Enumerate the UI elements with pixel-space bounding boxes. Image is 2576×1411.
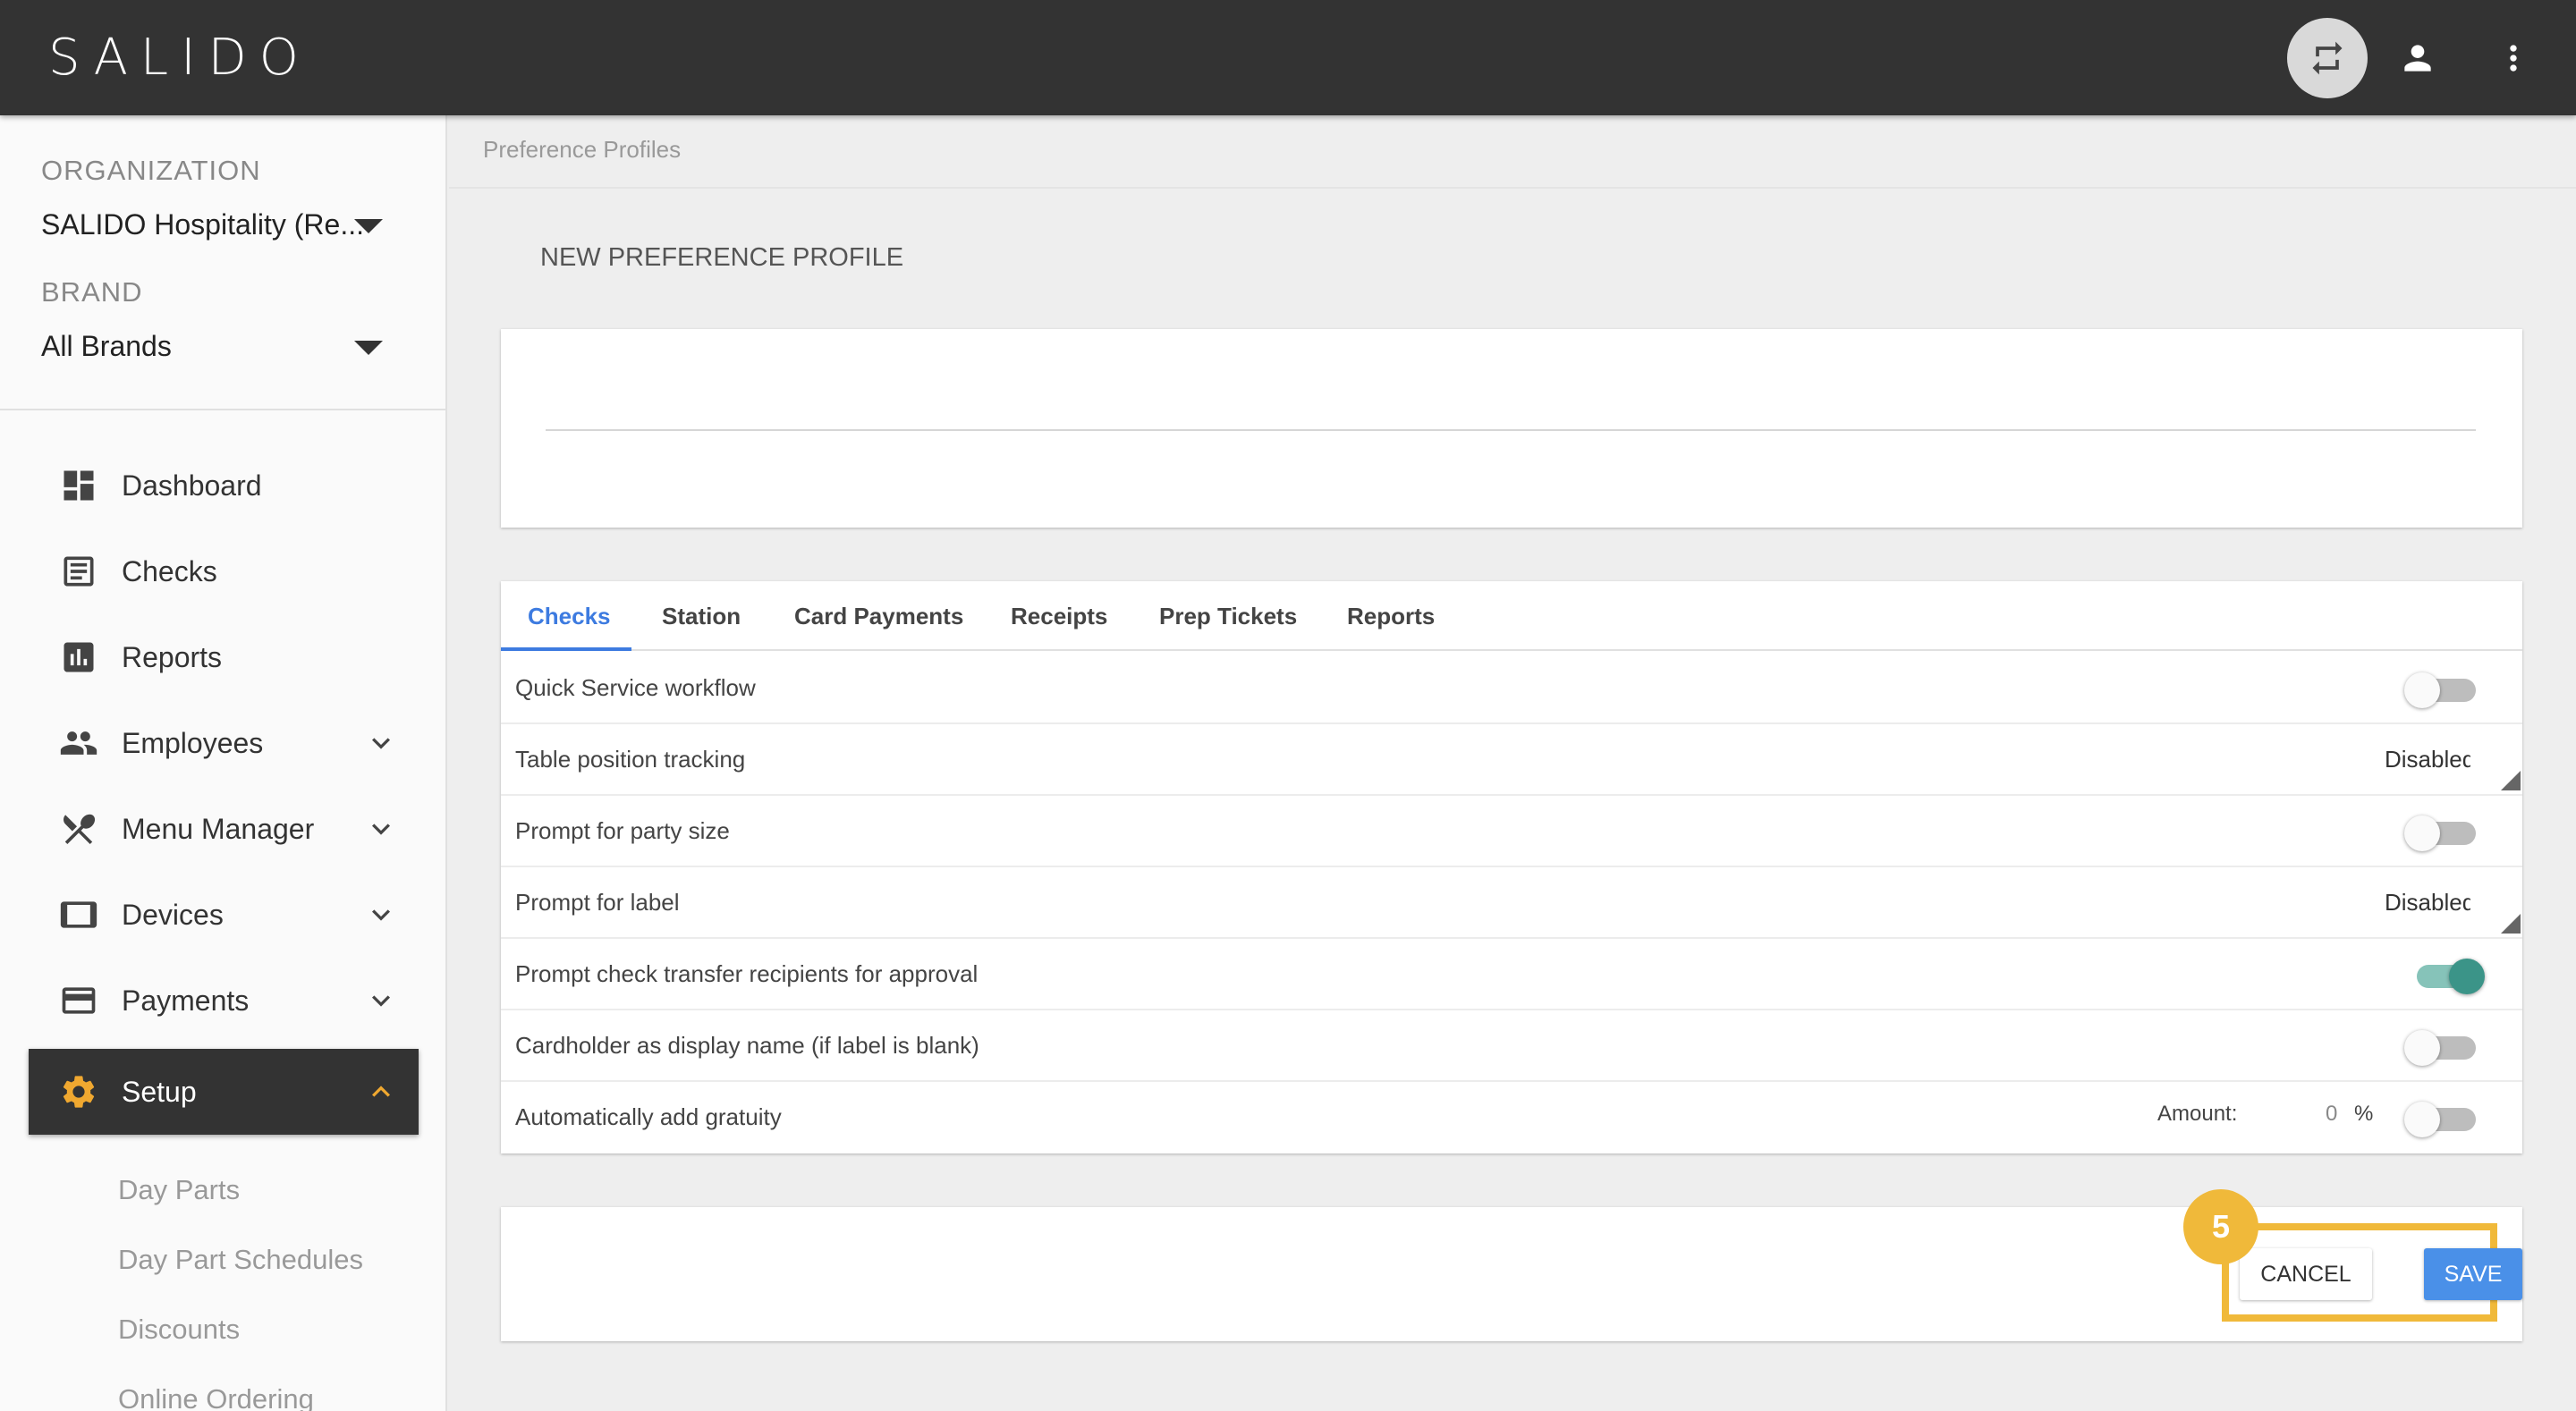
swap-arrows-icon bbox=[2312, 41, 2343, 75]
sidebar-item-employees[interactable]: Employees bbox=[29, 700, 419, 786]
tab-card-payments[interactable]: Card Payments bbox=[794, 581, 963, 651]
sidebar-item-label: Menu Manager bbox=[122, 812, 315, 845]
chevron-down-icon bbox=[372, 909, 390, 921]
sidebar-item-label: Payments bbox=[122, 984, 250, 1017]
breadcrumb[interactable]: Preference Profiles bbox=[483, 136, 681, 164]
party-size-toggle[interactable] bbox=[2404, 815, 2485, 851]
profile-name-input[interactable] bbox=[546, 429, 2476, 431]
setting-row: Prompt for party size bbox=[501, 796, 2522, 867]
sidebar-item-setup[interactable]: Setup bbox=[29, 1049, 419, 1135]
sidebar-item-checks[interactable]: Checks bbox=[29, 528, 419, 614]
sidebar-item-menu-manager[interactable]: Menu Manager bbox=[29, 786, 419, 872]
sidebar-item-reports[interactable]: Reports bbox=[29, 614, 419, 700]
chevron-down-icon bbox=[372, 738, 390, 749]
credit-card-icon bbox=[62, 987, 96, 1014]
tab-prep-tickets[interactable]: Prep Tickets bbox=[1159, 581, 1297, 651]
organization-dropdown-icon[interactable] bbox=[354, 219, 383, 233]
dashboard-icon bbox=[64, 470, 94, 501]
setting-row: Table position tracking Disabled bbox=[501, 724, 2522, 796]
gratuity-percent-unit: % bbox=[2354, 1102, 2374, 1126]
auto-gratuity-toggle[interactable] bbox=[2404, 1102, 2485, 1137]
setting-label: Cardholder as display name (if label is … bbox=[515, 1032, 979, 1059]
save-button[interactable]: SAVE bbox=[2424, 1248, 2522, 1300]
more-vertical-icon bbox=[2510, 45, 2517, 72]
quick-service-toggle[interactable] bbox=[2404, 672, 2485, 708]
cancel-button[interactable]: CANCEL bbox=[2240, 1248, 2372, 1300]
chevron-up-icon bbox=[372, 1086, 390, 1097]
sidebar-item-devices[interactable]: Devices bbox=[29, 872, 419, 958]
setup-subitem-online-ordering[interactable]: Online Ordering bbox=[118, 1383, 314, 1411]
gear-icon bbox=[63, 1076, 95, 1108]
page-title: NEW PREFERENCE PROFILE bbox=[540, 243, 904, 272]
tablet-icon bbox=[60, 901, 97, 928]
setting-row: Automatically add gratuity Amount: 0 % bbox=[501, 1082, 2522, 1153]
bar-chart-icon bbox=[64, 642, 94, 672]
setting-label: Automatically add gratuity bbox=[515, 1103, 782, 1130]
breadcrumb-divider bbox=[449, 187, 2576, 189]
step-number-badge: 5 bbox=[2183, 1189, 2258, 1264]
select-arrow-icon[interactable] bbox=[2501, 771, 2521, 790]
person-icon bbox=[2404, 45, 2431, 72]
setting-row: Quick Service workflow bbox=[501, 653, 2522, 724]
settings-card: Checks Station Card Payments Receipts Pr… bbox=[501, 581, 2522, 1153]
sidebar-divider bbox=[0, 409, 445, 410]
sidebar-item-dashboard[interactable]: Dashboard bbox=[29, 443, 419, 528]
gratuity-amount-input[interactable]: 0 bbox=[2326, 1102, 2337, 1127]
profile-name-card bbox=[501, 329, 2522, 528]
setting-label: Quick Service workflow bbox=[515, 674, 756, 701]
table-position-select[interactable]: Disabled bbox=[2385, 746, 2470, 773]
utensils-icon bbox=[64, 814, 96, 845]
tab-checks[interactable]: Checks bbox=[528, 581, 611, 651]
cardholder-name-toggle[interactable] bbox=[2404, 1030, 2485, 1066]
brand-dropdown-icon[interactable] bbox=[354, 341, 383, 355]
sidebar: ORGANIZATION SALIDO Hospitality (Re... B… bbox=[0, 115, 447, 1411]
select-arrow-icon[interactable] bbox=[2501, 914, 2521, 934]
active-tab-indicator bbox=[501, 647, 631, 651]
gratuity-amount-label: Amount: bbox=[2157, 1102, 2238, 1126]
sidebar-item-label: Employees bbox=[122, 726, 264, 759]
tab-reports[interactable]: Reports bbox=[1347, 581, 1435, 651]
organization-label: ORGANIZATION bbox=[41, 155, 261, 186]
settings-tabs: Checks Station Card Payments Receipts Pr… bbox=[501, 581, 2522, 651]
sidebar-item-label: Devices bbox=[122, 898, 224, 931]
brand-label: BRAND bbox=[41, 276, 143, 308]
more-options-button[interactable] bbox=[2473, 18, 2554, 98]
top-app-bar: SALIDO bbox=[0, 0, 2576, 115]
chevron-down-icon bbox=[372, 995, 390, 1007]
receipt-icon bbox=[64, 556, 94, 587]
sidebar-item-payments[interactable]: Payments bbox=[29, 958, 419, 1043]
switch-context-button[interactable] bbox=[2287, 18, 2368, 98]
people-icon bbox=[60, 731, 97, 755]
chevron-down-icon bbox=[372, 824, 390, 835]
sidebar-item-label: Setup bbox=[122, 1075, 197, 1108]
tab-receipts[interactable]: Receipts bbox=[1011, 581, 1107, 651]
sidebar-item-label: Dashboard bbox=[122, 469, 262, 502]
account-button[interactable] bbox=[2377, 18, 2458, 98]
setting-label: Prompt check transfer recipients for app… bbox=[515, 960, 979, 987]
sidebar-item-label: Reports bbox=[122, 640, 223, 673]
sidebar-item-label: Checks bbox=[122, 554, 217, 587]
setup-subitem-day-part-schedules[interactable]: Day Part Schedules bbox=[118, 1244, 363, 1276]
setting-label: Prompt for party size bbox=[515, 817, 730, 844]
prompt-label-select[interactable]: Disabled bbox=[2385, 889, 2470, 917]
setting-label: Prompt for label bbox=[515, 889, 680, 916]
setting-label: Table position tracking bbox=[515, 746, 746, 773]
transfer-approval-toggle[interactable] bbox=[2404, 959, 2485, 994]
setting-row: Prompt check transfer recipients for app… bbox=[501, 939, 2522, 1010]
setting-row: Prompt for label Disabled bbox=[501, 867, 2522, 939]
brand-select[interactable]: All Brands bbox=[41, 330, 172, 363]
tab-station[interactable]: Station bbox=[662, 581, 741, 651]
salido-logo[interactable]: SALIDO bbox=[48, 29, 311, 87]
setting-row: Cardholder as display name (if label is … bbox=[501, 1010, 2522, 1082]
setup-subitem-discounts[interactable]: Discounts bbox=[118, 1314, 240, 1346]
setup-subitem-day-parts[interactable]: Day Parts bbox=[118, 1174, 240, 1206]
organization-select[interactable]: SALIDO Hospitality (Re... bbox=[41, 208, 364, 241]
